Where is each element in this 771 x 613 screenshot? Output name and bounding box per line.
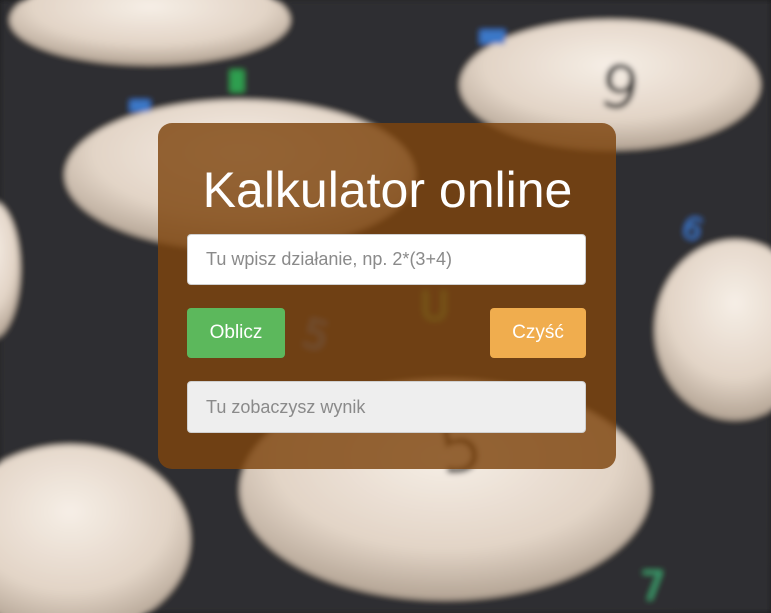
result-field[interactable] xyxy=(187,381,586,433)
clear-button[interactable]: Czyść xyxy=(490,308,586,358)
expression-input[interactable] xyxy=(187,234,586,285)
page-title: Kalkulator online xyxy=(202,162,573,218)
calculate-button[interactable]: Oblicz xyxy=(187,308,285,358)
svg-text:7: 7 xyxy=(640,564,665,610)
